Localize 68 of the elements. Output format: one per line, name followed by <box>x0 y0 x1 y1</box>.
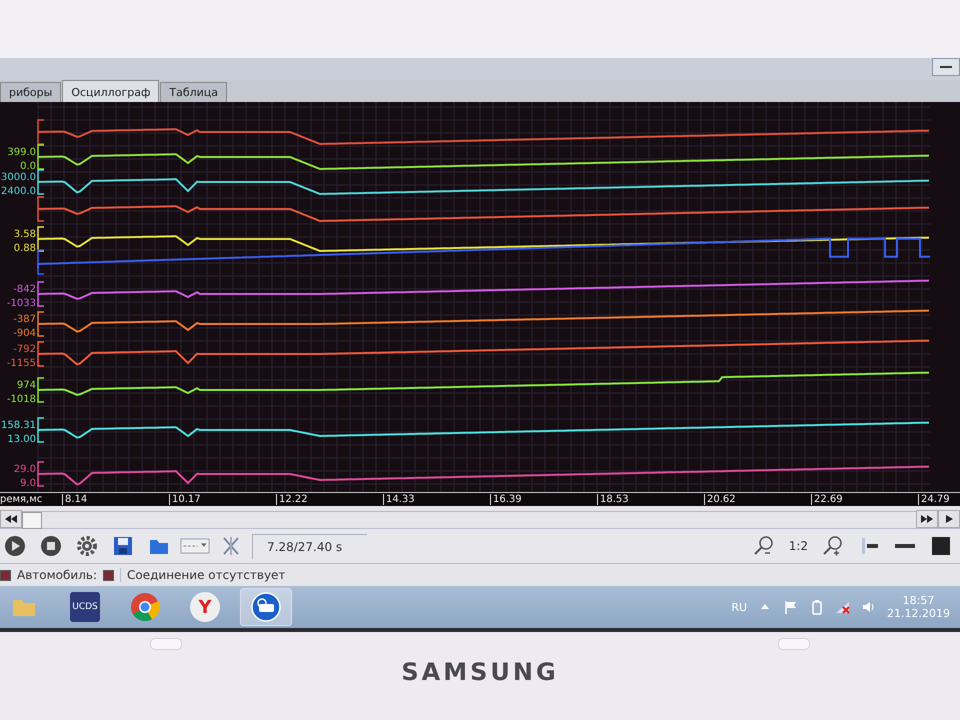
brand-logo: SAMSUNG <box>401 658 559 686</box>
stop-icon[interactable] <box>40 535 62 557</box>
scale-bracket <box>37 311 44 337</box>
time-tick-label: 22.69 <box>811 494 918 505</box>
scale-max-label: 3000.0 <box>1 172 36 183</box>
scale-bracket <box>37 377 44 403</box>
scale-max-label: -387 <box>13 314 36 325</box>
filled-square-icon[interactable] <box>930 535 952 557</box>
scale-max-label: -842 <box>13 284 36 295</box>
scrollbar-thumb[interactable] <box>22 512 42 529</box>
time-tick-label: 16.39 <box>490 494 597 505</box>
status-label: Автомобиль: <box>17 568 97 582</box>
app-icon[interactable]: UCDS <box>70 592 100 622</box>
scale-min-label: -904 <box>13 328 36 339</box>
bezel-bump <box>150 638 182 650</box>
tab[interactable]: Таблица <box>160 82 228 102</box>
time-tick-label: 12.22 <box>276 494 383 505</box>
tab[interactable]: Осциллограф <box>62 80 160 102</box>
scale-max-label: -792 <box>13 344 36 355</box>
time-tick-label: 18.53 <box>597 494 704 505</box>
scale-min-label: -1155 <box>6 358 36 369</box>
time-tick-label: 20.62 <box>704 494 811 505</box>
status-indicator-icon <box>103 570 114 580</box>
minimize-icon[interactable] <box>932 58 960 76</box>
time-reading-field: 7.28/27.40 s <box>252 534 367 558</box>
scale-bracket <box>37 417 44 443</box>
bezel-bump <box>778 638 810 650</box>
scale-bracket <box>37 341 44 367</box>
scale-max-label: 158.31 <box>1 420 36 431</box>
time-tick-label: 8.14 <box>62 494 169 505</box>
network-disconnected-icon[interactable] <box>835 599 852 615</box>
rewind-icon <box>5 515 17 523</box>
app-icon[interactable] <box>251 592 281 622</box>
scale-max-label: 29.0 <box>14 464 36 475</box>
zoom-ratio: 1:2 <box>788 538 809 555</box>
scale-min-label: 13.00 <box>7 434 36 445</box>
connection-status: Соединение отсутствует <box>120 568 286 582</box>
scale-max-label: 3.58 <box>14 229 36 240</box>
scale-min-label: 2400.0 <box>1 186 36 197</box>
save-icon[interactable] <box>112 535 134 557</box>
time-tick-label: 24.79 <box>918 494 960 505</box>
status-indicator-icon <box>0 570 11 580</box>
axis-label: ремя,мс <box>0 494 44 505</box>
tab[interactable]: риборы <box>0 82 62 102</box>
browser-icon[interactable]: Y <box>190 592 220 622</box>
fast-forward-button[interactable] <box>916 510 938 528</box>
scale-bracket <box>37 461 44 487</box>
rewind-button[interactable] <box>0 510 22 528</box>
clock-time: 18:57 <box>902 594 934 607</box>
zoom-out-icon[interactable] <box>752 535 775 557</box>
time-tick-label: 14.33 <box>383 494 490 505</box>
play-forward-icon <box>943 515 955 523</box>
scale-min-label: 0.0 <box>20 161 36 172</box>
zoom-in-icon[interactable] <box>822 535 844 557</box>
settings-icon[interactable] <box>76 535 98 557</box>
time-tick-label: 10.17 <box>169 494 276 505</box>
scale-max-label: 974 <box>16 380 36 391</box>
scale-max-label: 399.0 <box>7 147 36 158</box>
scale-bracket <box>37 281 44 307</box>
scale-min-label: 0.88 <box>14 243 36 254</box>
browser-icon[interactable] <box>130 592 160 622</box>
scale-min-label: -1033 <box>6 298 36 309</box>
play-forward-button[interactable] <box>938 510 960 528</box>
scale-min-label: -1018 <box>6 394 36 405</box>
scale-min-label: 9.0 <box>20 478 36 489</box>
clock-date: 21.12.2019 <box>887 607 950 620</box>
fast-forward-icon <box>921 515 933 523</box>
play-icon[interactable] <box>4 535 26 557</box>
